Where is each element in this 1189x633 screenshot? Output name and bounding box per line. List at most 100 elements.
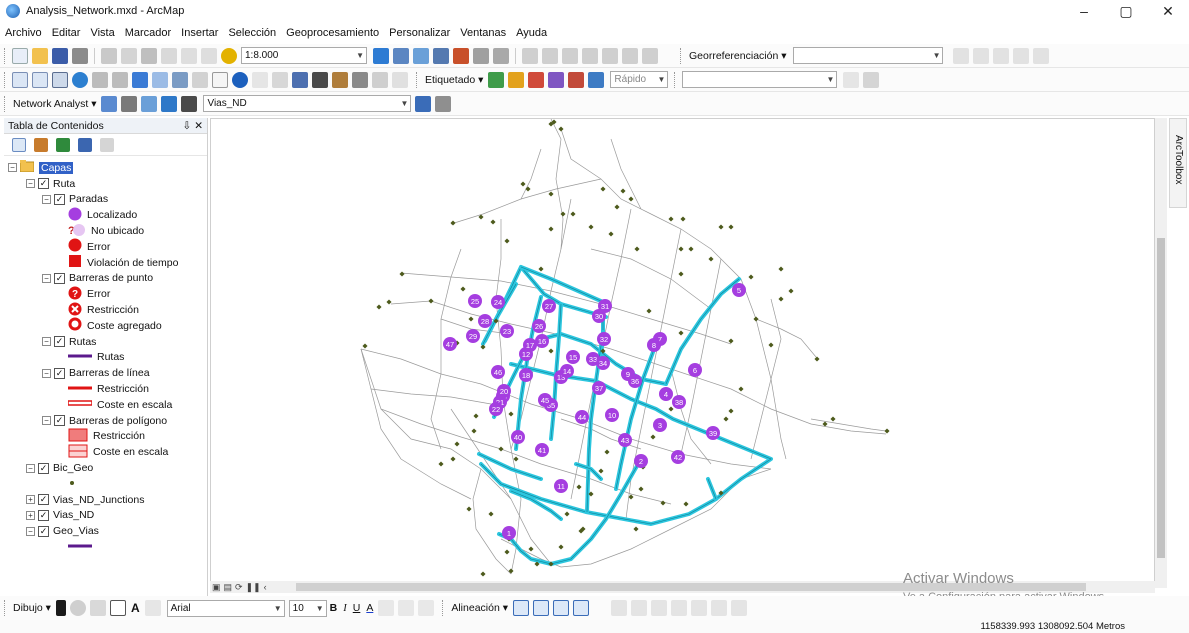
- layout-view-icon[interactable]: ▤: [224, 582, 233, 593]
- georef-tool-icon[interactable]: [602, 47, 618, 64]
- full-extent-icon[interactable]: [72, 71, 88, 88]
- layer-visibility-checkbox[interactable]: ✓: [54, 193, 65, 205]
- expand-icon[interactable]: +: [26, 510, 35, 520]
- toc-node[interactable]: − ✓ Barreras de punto: [4, 271, 207, 287]
- zoom-to-selected-icon[interactable]: [89, 600, 106, 616]
- bold-button[interactable]: B: [327, 602, 341, 614]
- create-viewer-icon[interactable]: [392, 71, 408, 88]
- collapse-icon[interactable]: −: [42, 337, 51, 347]
- network-identify-icon[interactable]: [435, 95, 452, 112]
- vertical-scrollbar[interactable]: [1155, 118, 1167, 588]
- toc-node[interactable]: [4, 476, 207, 492]
- toc-node[interactable]: Restricción: [4, 428, 207, 445]
- toc-node[interactable]: Rutas: [4, 350, 207, 366]
- zoom-in-icon[interactable]: [12, 71, 28, 88]
- list-by-source-icon[interactable]: [34, 137, 48, 152]
- time-slider-icon[interactable]: [372, 71, 388, 88]
- menu-marcador[interactable]: Marcador: [120, 27, 176, 39]
- georef-tool-icon[interactable]: [622, 47, 638, 64]
- text-tool-icon[interactable]: A: [128, 601, 143, 615]
- find-route-icon[interactable]: [332, 71, 348, 88]
- clear-selection-icon[interactable]: [192, 71, 208, 88]
- pan-icon[interactable]: [52, 71, 68, 88]
- close-button[interactable]: ✕: [1147, 0, 1189, 22]
- topology-tool-icon[interactable]: [730, 600, 747, 616]
- list-by-drawing-order-icon[interactable]: [12, 137, 26, 152]
- catalog-icon[interactable]: [413, 47, 429, 64]
- undo-icon[interactable]: [181, 47, 197, 64]
- fixed-zoom-out-icon[interactable]: [112, 71, 128, 88]
- italic-button[interactable]: I: [340, 603, 350, 614]
- collapse-icon[interactable]: −: [26, 179, 35, 189]
- find-icon[interactable]: [312, 71, 328, 88]
- delete-icon[interactable]: [161, 47, 177, 64]
- zoom-out-icon[interactable]: [32, 71, 48, 88]
- edit-vertices-icon[interactable]: [144, 600, 161, 616]
- directions-icon[interactable]: [181, 95, 198, 112]
- toc-node[interactable]: + ✓ Vias_ND: [4, 508, 207, 524]
- list-by-visibility-icon[interactable]: [56, 137, 70, 152]
- identify-icon[interactable]: [232, 71, 248, 88]
- toc-node[interactable]: − ✓ Bic_Geo: [4, 460, 207, 476]
- create-network-location-icon[interactable]: [121, 95, 138, 112]
- new-document-icon[interactable]: [12, 47, 28, 64]
- topology-tool-icon[interactable]: [710, 600, 727, 616]
- layer-visibility-checkbox[interactable]: ✓: [54, 272, 65, 284]
- add-data-icon[interactable]: [221, 47, 237, 64]
- layer-visibility-checkbox[interactable]: ✓: [38, 494, 49, 506]
- menu-editar[interactable]: Editar: [47, 27, 86, 39]
- toc-node[interactable]: − ✓ Ruta: [4, 176, 207, 192]
- georef-link-icon[interactable]: [1013, 47, 1030, 64]
- collapse-icon[interactable]: −: [42, 416, 51, 426]
- toc-node[interactable]: Localizado: [4, 207, 207, 223]
- open-folder-icon[interactable]: [32, 47, 48, 64]
- toc-node[interactable]: Coste en escala: [4, 397, 207, 413]
- view-unplaced-labels-icon[interactable]: [588, 71, 605, 88]
- pause-drawing-icon[interactable]: ❚❚: [246, 582, 261, 593]
- collapse-icon[interactable]: −: [26, 463, 35, 473]
- collapse-icon[interactable]: −: [26, 526, 35, 536]
- network-analyst-menu[interactable]: Network Analyst ▾: [10, 98, 99, 110]
- html-popup-icon[interactable]: [272, 71, 288, 88]
- topology-tool-icon[interactable]: [630, 600, 647, 616]
- back-extent-icon[interactable]: [132, 71, 148, 88]
- map-scale-combo[interactable]: 1:8.000 ▼: [241, 47, 367, 64]
- measure-icon[interactable]: [292, 71, 308, 88]
- label-priority-icon[interactable]: [508, 71, 525, 88]
- swipe-icon[interactable]: [863, 71, 880, 88]
- solve-icon[interactable]: [161, 95, 178, 112]
- toolbar-grip[interactable]: [4, 47, 7, 64]
- font-size-combo[interactable]: 10 ▼: [288, 599, 327, 617]
- underline-button[interactable]: U: [350, 602, 364, 614]
- toc-node[interactable]: [4, 539, 207, 555]
- select-elements-icon[interactable]: [212, 71, 228, 88]
- toolbar-grip[interactable]: [680, 47, 683, 64]
- toc-node[interactable]: Coste agregado: [4, 317, 207, 334]
- refresh-icon[interactable]: ⟳: [235, 582, 243, 593]
- map-view[interactable]: 1234567891011121314151617181920212223242…: [210, 118, 1155, 588]
- etiquetado-menu[interactable]: Etiquetado ▾: [422, 74, 486, 86]
- menu-insertar[interactable]: Insertar: [176, 27, 223, 39]
- arctoolbox-icon[interactable]: [453, 47, 469, 64]
- toolbar-grip[interactable]: [416, 71, 419, 88]
- toolbar-grip[interactable]: [442, 600, 445, 616]
- toc-node[interactable]: Restricción: [4, 381, 207, 397]
- vertical-scroll-thumb[interactable]: [1157, 238, 1165, 558]
- lock-labels-icon[interactable]: [548, 71, 565, 88]
- label-manager-icon[interactable]: [488, 71, 505, 88]
- label-weight-icon[interactable]: [528, 71, 545, 88]
- menu-geoprocesamiento[interactable]: Geoprocesamiento: [281, 27, 384, 39]
- topology-tool-icon[interactable]: [690, 600, 707, 616]
- toc-node[interactable]: ? Error: [4, 286, 207, 302]
- toolbar-grip[interactable]: [4, 71, 7, 88]
- forward-extent-icon[interactable]: [152, 71, 168, 88]
- georef-tool-icon[interactable]: [542, 47, 558, 64]
- select-elements-arrow-icon[interactable]: [55, 600, 66, 616]
- select-features-icon[interactable]: [172, 71, 188, 88]
- toc-node[interactable]: Coste en escala: [4, 444, 207, 460]
- georef-tool-icon[interactable]: [562, 47, 578, 64]
- alineacion-menu[interactable]: Alineación ▾: [448, 602, 511, 614]
- toc-node[interactable]: − ✓ Barreras de polígono: [4, 413, 207, 429]
- copy-icon[interactable]: [121, 47, 137, 64]
- toolbar-grip[interactable]: [4, 600, 7, 616]
